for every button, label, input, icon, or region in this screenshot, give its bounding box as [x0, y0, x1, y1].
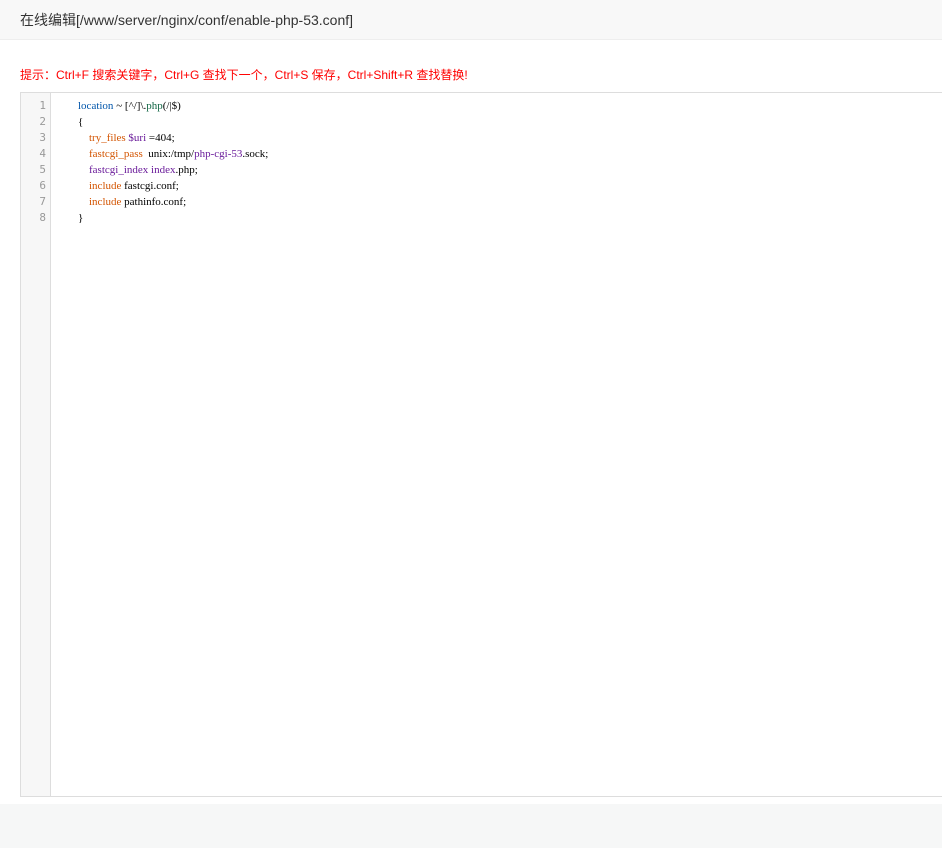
code-token: fastcgi.conf;: [121, 180, 179, 192]
code-token: index: [151, 164, 176, 176]
code-token: try_files: [89, 132, 126, 144]
code-line[interactable]: fastcgi_pass unix:/tmp/php-cgi-53.sock;: [56, 146, 942, 162]
code-content-area[interactable]: location ~ [^/]\.php(/|$) { try_files $u…: [52, 93, 942, 796]
code-token: /]\.: [133, 100, 147, 112]
code-token: =404;: [146, 132, 175, 144]
code-token: location: [78, 100, 114, 112]
code-token: pathinfo.conf;: [121, 196, 187, 208]
dialog-footer: [0, 804, 942, 848]
code-line[interactable]: {: [56, 114, 942, 130]
line-number: 7: [39, 195, 46, 208]
code-line[interactable]: fastcgi_index index.php;: [56, 162, 942, 178]
line-number: 8: [39, 211, 46, 224]
code-token: .php;: [175, 164, 198, 176]
code-line[interactable]: include pathinfo.conf;: [56, 194, 942, 210]
code-token: $uri: [128, 132, 147, 144]
editor-window-title: 在线编辑[/www/server/nginx/conf/enable-php-5…: [0, 0, 942, 40]
code-token: {: [78, 116, 84, 128]
line-number: 1: [39, 99, 46, 112]
shortcut-hint: 提示：Ctrl+F 搜索关键字，Ctrl+G 查找下一个，Ctrl+S 保存，C…: [20, 68, 468, 82]
code-token: }: [78, 212, 84, 224]
code-token: ~ [: [113, 100, 129, 112]
code-token: php: [146, 100, 163, 112]
code-line[interactable]: try_files $uri =404;: [56, 130, 942, 146]
line-number-gutter: 1 2 3 4 5 6 7 8: [21, 93, 51, 796]
code-token: fastcgi_pass: [89, 148, 143, 160]
code-token: (/|$): [162, 100, 181, 112]
code-line[interactable]: }: [56, 210, 942, 226]
code-editor[interactable]: 1 2 3 4 5 6 7 8 location ~ [^/]\.php(/|$) { try…: [20, 92, 942, 797]
code-line[interactable]: include fastcgi.conf;: [56, 178, 942, 194]
line-number: 2: [39, 115, 46, 128]
line-number: 4: [39, 147, 46, 160]
code-token: include: [89, 196, 122, 208]
line-number: 5: [39, 163, 46, 176]
page-title: 在线编辑[/www/server/nginx/conf/enable-php-5…: [20, 12, 354, 28]
code-token: fastcgi_index: [89, 164, 149, 176]
line-number: 6: [39, 179, 46, 192]
line-number: 3: [39, 131, 46, 144]
code-token: .sock;: [242, 148, 269, 160]
code-token: php-cgi-53: [194, 148, 243, 160]
code-token: include: [89, 180, 122, 192]
code-token: unix:/tmp/: [142, 148, 195, 160]
code-line[interactable]: location ~ [^/]\.php(/|$): [56, 98, 942, 114]
